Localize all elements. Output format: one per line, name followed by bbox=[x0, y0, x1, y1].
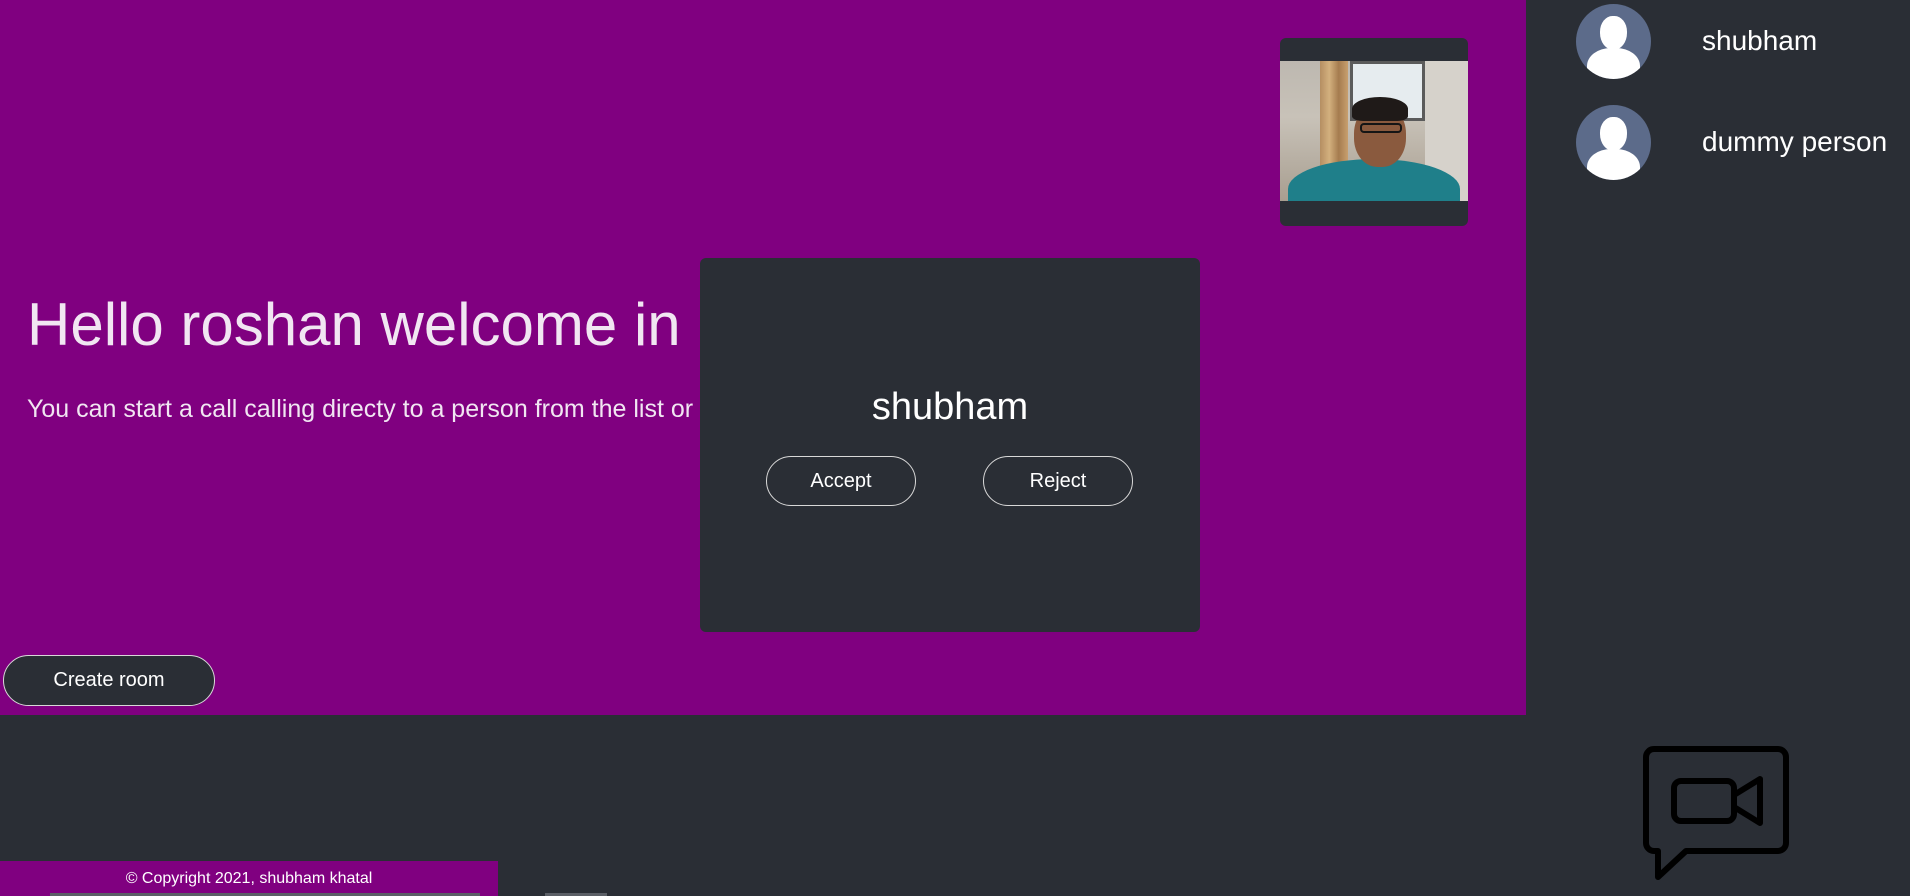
caller-name: shubham bbox=[871, 386, 1029, 428]
create-room-button[interactable]: Create room bbox=[3, 655, 215, 706]
user-list-item[interactable]: shubham bbox=[1576, 3, 1910, 79]
footer-copyright: © Copyright 2021, shubham khatal bbox=[0, 861, 498, 896]
incoming-call-dialog: shubham Accept Reject bbox=[700, 258, 1200, 632]
user-list-sidebar: shubham dummy person bbox=[1526, 0, 1910, 715]
default-user-icon bbox=[1576, 104, 1651, 180]
user-name: dummy person bbox=[1702, 126, 1888, 157]
welcome-subtitle: You can start a call calling directy to … bbox=[27, 395, 694, 423]
default-user-icon bbox=[1576, 3, 1651, 79]
accept-call-button[interactable]: Accept bbox=[766, 456, 916, 506]
user-name: shubham bbox=[1702, 25, 1818, 56]
welcome-heading: Hello roshan welcome in bbox=[27, 291, 681, 358]
video-chat-icon bbox=[1643, 746, 1789, 880]
webcam-feed-icon bbox=[1280, 61, 1468, 201]
reject-call-button[interactable]: Reject bbox=[983, 456, 1133, 506]
user-list-item[interactable]: dummy person bbox=[1576, 104, 1910, 180]
dashboard-main: Hello roshan welcome in You can start a … bbox=[0, 0, 1526, 715]
local-video-preview bbox=[1280, 38, 1468, 226]
